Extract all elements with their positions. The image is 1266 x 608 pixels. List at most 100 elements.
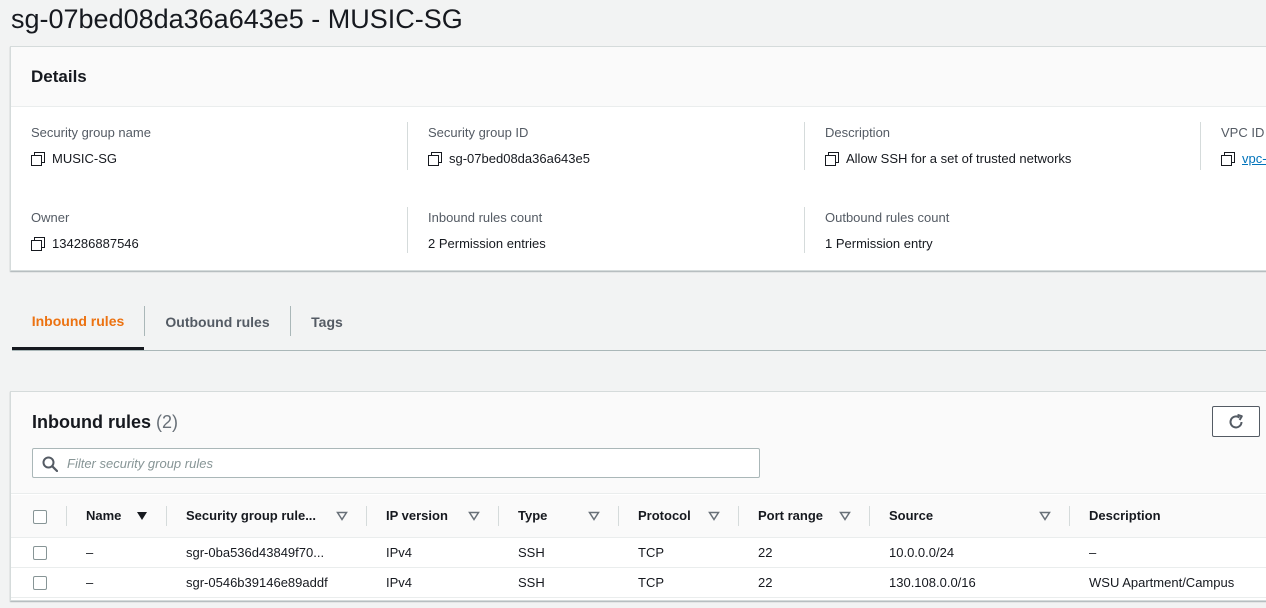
tab-bar: Inbound rules Outbound rules Tags	[12, 294, 1266, 351]
column-label: Protocol	[638, 508, 691, 524]
select-all-checkbox[interactable]	[33, 509, 47, 524]
field-value-row: 2 Permission entries	[428, 236, 546, 251]
column-label: Security group rule...	[186, 508, 317, 524]
inbound-rules-panel: Inbound rules (2) Filter security group …	[10, 391, 1266, 601]
cell-ip-version: IPv4	[366, 537, 498, 568]
select-all-header	[11, 495, 66, 538]
table-row[interactable]: – sgr-0ba536d43849f70... IPv4 SSH TCP 22…	[11, 537, 1266, 568]
sort-icon	[588, 511, 600, 521]
field-security-group-name: Security group name MUSIC-SG	[31, 125, 151, 166]
sort-descending-icon	[137, 511, 147, 520]
sort-icon	[708, 511, 720, 521]
column-label: IP version	[386, 508, 448, 524]
field-label: Outbound rules count	[825, 210, 950, 225]
filter-input[interactable]	[67, 453, 747, 473]
search-icon	[42, 456, 58, 472]
field-value-row: 1 Permission entry	[825, 236, 949, 251]
column-label: Port range	[758, 508, 824, 524]
cell-source: 130.108.0.0/16	[869, 567, 1069, 598]
cell-rule-id: sgr-0ba536d43849f70...	[166, 537, 366, 568]
tab-inbound-rules[interactable]: Inbound rules	[12, 294, 144, 350]
cell-name: –	[66, 537, 166, 568]
tab-tags[interactable]: Tags	[291, 294, 363, 350]
field-value: 1 Permission entry	[825, 236, 933, 251]
cell-description: WSU Apartment/Campus	[1069, 567, 1266, 598]
security-group-page: sg-07bed08da36a643e5 - MUSIC-SG Details …	[0, 0, 1266, 608]
field-outbound-count: Outbound rules count 1 Permission entry	[825, 210, 949, 251]
field-value: sg-07bed08da36a643e5	[449, 151, 590, 166]
copy-icon[interactable]	[1221, 151, 1235, 166]
column-label: Type	[518, 508, 548, 524]
rules-header: Inbound rules (2)	[11, 392, 1266, 494]
field-inbound-count: Inbound rules count 2 Permission entries	[428, 210, 546, 251]
column-separator	[738, 506, 739, 526]
field-label: Description	[825, 125, 891, 140]
column-header-type[interactable]: Type	[498, 495, 618, 538]
field-label: Security group name	[31, 125, 151, 140]
sort-icon	[1039, 511, 1051, 521]
field-value: Allow SSH for a set of trusted networks	[846, 151, 1072, 166]
field-value-row: Allow SSH for a set of trusted networks	[825, 151, 1071, 166]
column-separator	[618, 506, 619, 526]
inbound-rules-table: Name Security group rule... IP version T…	[11, 495, 1266, 598]
tab-outbound-rules[interactable]: Outbound rules	[145, 294, 290, 350]
field-value-row: sg-07bed08da36a643e5	[428, 151, 590, 166]
row-select-cell	[11, 537, 66, 568]
field-value: 2 Permission entries	[428, 236, 546, 251]
page-title: sg-07bed08da36a643e5 - MUSIC-SG	[11, 4, 463, 34]
field-description: Description Allow SSH for a set of trust…	[825, 125, 1071, 166]
copy-icon[interactable]	[31, 236, 45, 251]
table-header-row: Name Security group rule... IP version T…	[11, 495, 1266, 538]
refresh-button[interactable]	[1212, 406, 1260, 437]
rules-count: (2)	[156, 412, 179, 432]
divider	[1200, 122, 1201, 170]
cell-ip-version: IPv4	[366, 567, 498, 598]
field-value: MUSIC-SG	[52, 151, 117, 166]
divider	[804, 122, 805, 170]
divider	[407, 207, 408, 253]
refresh-icon	[1229, 413, 1243, 428]
column-header-ip-version[interactable]: IP version	[366, 495, 498, 538]
field-value-row: vpc-	[1221, 151, 1266, 166]
cell-port-range: 22	[738, 567, 869, 598]
column-header-source[interactable]: Source	[869, 495, 1069, 538]
cell-port-range: 22	[738, 537, 869, 568]
details-panel: Details Security group name MUSIC-SG Sec…	[10, 46, 1266, 271]
copy-icon[interactable]	[825, 151, 839, 166]
column-separator	[869, 506, 870, 526]
copy-icon[interactable]	[31, 151, 45, 166]
vpc-id-link[interactable]: vpc-	[1242, 151, 1266, 166]
column-header-name[interactable]: Name	[66, 495, 166, 538]
field-label: VPC ID	[1221, 125, 1265, 140]
row-checkbox[interactable]	[33, 545, 47, 560]
sort-icon	[468, 511, 480, 521]
column-header-protocol[interactable]: Protocol	[618, 495, 738, 538]
field-security-group-id: Security group ID sg-07bed08da36a643e5	[428, 125, 590, 166]
field-owner: Owner 134286887546	[31, 210, 139, 251]
field-value-row: MUSIC-SG	[31, 151, 151, 166]
divider	[804, 207, 805, 253]
column-header-port-range[interactable]: Port range	[738, 495, 869, 538]
column-header-description[interactable]: Description	[1069, 495, 1266, 538]
cell-description: –	[1069, 537, 1266, 568]
sort-icon	[839, 511, 851, 521]
row-checkbox[interactable]	[33, 575, 47, 590]
column-label: Description	[1089, 508, 1161, 524]
column-separator	[1069, 506, 1070, 526]
column-header-rule-id[interactable]: Security group rule...	[166, 495, 366, 538]
rules-title-text: Inbound rules	[32, 412, 151, 432]
field-label: Security group ID	[428, 125, 529, 140]
divider	[407, 122, 408, 170]
column-label: Name	[86, 508, 122, 524]
field-label: Inbound rules count	[428, 210, 543, 225]
details-heading: Details	[31, 67, 87, 86]
filter-search-box	[32, 448, 760, 478]
table-row[interactable]: – sgr-0546b39146e89addf IPv4 SSH TCP 22 …	[11, 567, 1266, 598]
copy-icon[interactable]	[428, 151, 442, 166]
cell-type: SSH	[498, 567, 618, 598]
cell-protocol: TCP	[618, 537, 738, 568]
row-select-cell	[11, 567, 66, 598]
rules-title: Inbound rules (2)	[32, 412, 178, 433]
field-label: Owner	[31, 210, 70, 225]
field-value-row: 134286887546	[31, 236, 139, 251]
